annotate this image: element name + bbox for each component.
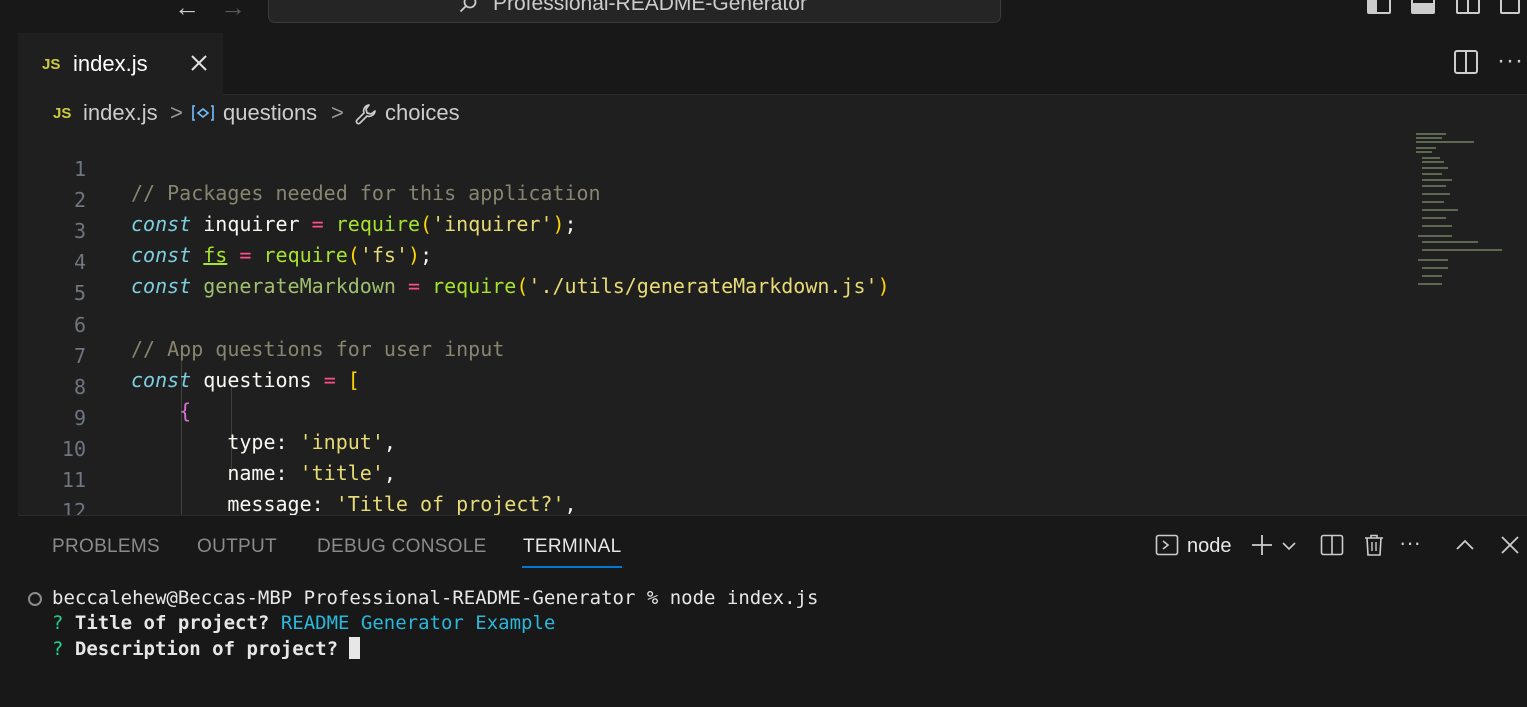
- breadcrumb-file[interactable]: index.js: [83, 100, 158, 126]
- split-terminal-icon[interactable]: [1320, 533, 1344, 557]
- code-line: 3 const fs = require('fs');: [18, 195, 1398, 267]
- customize-layout-icon[interactable]: [1500, 0, 1520, 14]
- terminal-prompt-line: beccalehew@Beccas-MBP Professional-READM…: [52, 587, 819, 609]
- breadcrumb: JS index.js > questions > choices: [18, 95, 1527, 131]
- code-line: 11 message: 'Title of project?',: [18, 444, 1398, 515]
- active-tab-indicator: [522, 566, 622, 568]
- trash-icon[interactable]: [1362, 533, 1386, 557]
- terminal-question: Title of project?: [74, 612, 270, 634]
- chevron-up-icon[interactable]: [1453, 533, 1477, 557]
- javascript-file-icon: JS: [53, 105, 72, 122]
- terminal-icon: [1155, 534, 1179, 556]
- tab-output[interactable]: OUTPUT: [197, 536, 277, 558]
- javascript-file-icon: JS: [42, 56, 61, 73]
- tab-debug-console[interactable]: DEBUG CONSOLE: [317, 536, 487, 558]
- code-line: 8 {: [18, 351, 1398, 423]
- code-line: 6 // App questions for user input: [18, 289, 1398, 361]
- code-editor[interactable]: 1 // Packages needed for this applicatio…: [18, 131, 1527, 515]
- terminal-answer: README Generator Example: [280, 612, 556, 634]
- tab-index-js[interactable]: JS index.js: [18, 33, 223, 95]
- terminal-cursor: [349, 637, 361, 659]
- wrench-icon: [355, 104, 376, 125]
- toggle-secondary-sidebar-icon[interactable]: [1456, 0, 1480, 14]
- code-line: 1 // Packages needed for this applicatio…: [18, 133, 1398, 205]
- code-line: 10 name: 'title',: [18, 413, 1398, 485]
- activity-bar-edge: [0, 33, 18, 707]
- command-status-icon: [28, 592, 42, 606]
- editor-tab-bar: JS index.js ···: [18, 33, 1527, 95]
- code-line: 9 type: 'input',: [18, 382, 1398, 454]
- breadcrumb-symbol-choices[interactable]: choices: [385, 100, 460, 126]
- chevron-down-icon[interactable]: [1281, 533, 1297, 557]
- tab-terminal[interactable]: TERMINAL: [523, 536, 621, 558]
- terminal-question: Description of project?: [74, 638, 339, 660]
- code-line: 2 const inquirer = require('inquirer');: [18, 164, 1398, 236]
- line-number: 12: [61, 499, 86, 515]
- question-mark: ?: [52, 638, 64, 660]
- chevron-right-icon: >: [331, 100, 344, 125]
- code-line: 5: [18, 257, 1398, 305]
- bottom-panel: PROBLEMS OUTPUT DEBUG CONSOLE TERMINAL n…: [18, 515, 1527, 707]
- toggle-primary-sidebar-icon[interactable]: [1367, 0, 1391, 14]
- title-bar: ← → Professional-README-Generator: [0, 0, 1527, 33]
- split-editor-icon[interactable]: [1454, 50, 1478, 74]
- terminal-question-line: ? Title of project? README Generator Exa…: [52, 612, 555, 634]
- code-line: 4 const generateMarkdown = require('./ut…: [18, 226, 1398, 298]
- tab-label: index.js: [73, 51, 148, 76]
- search-icon: [459, 0, 477, 13]
- terminal-name-label[interactable]: node: [1187, 535, 1232, 558]
- more-actions-icon[interactable]: ···: [1497, 47, 1524, 75]
- variable-symbol-icon: [192, 105, 214, 121]
- command-center-label: Professional-README-Generator: [493, 0, 807, 15]
- command-center[interactable]: Professional-README-Generator: [268, 0, 1001, 23]
- close-icon[interactable]: [188, 52, 210, 74]
- close-panel-icon[interactable]: [1498, 533, 1522, 557]
- more-actions-icon[interactable]: ···: [1399, 530, 1431, 555]
- terminal-question-line[interactable]: ? Description of project?: [52, 637, 361, 660]
- back-arrow-icon[interactable]: ←: [174, 0, 200, 23]
- breadcrumb-symbol-questions[interactable]: questions: [223, 100, 317, 126]
- tab-problems[interactable]: PROBLEMS: [52, 536, 160, 558]
- toggle-panel-icon[interactable]: [1411, 0, 1435, 14]
- question-mark: ?: [52, 612, 64, 634]
- plus-icon[interactable]: [1250, 533, 1274, 557]
- chevron-right-icon: >: [170, 100, 183, 125]
- code-line: 7 const questions = [: [18, 320, 1398, 392]
- forward-arrow-icon[interactable]: →: [220, 0, 246, 23]
- code-line: 12 },: [18, 475, 1398, 515]
- minimap[interactable]: [1416, 131, 1516, 291]
